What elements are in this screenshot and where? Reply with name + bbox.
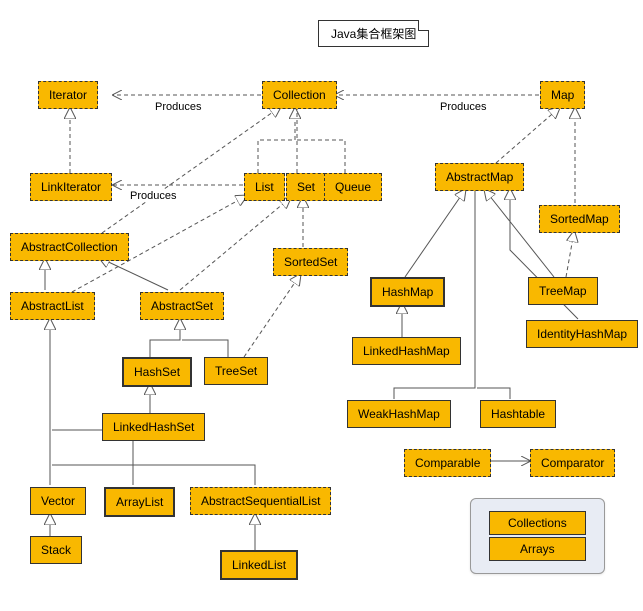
- node-abstractmap: AbstractMap: [435, 163, 524, 191]
- node-hashtable: Hashtable: [480, 400, 556, 428]
- node-iterator: Iterator: [38, 81, 98, 109]
- node-treemap: TreeMap: [528, 277, 598, 305]
- diagram-title: Java集合框架图: [318, 20, 429, 47]
- label: IdentityHashMap: [537, 327, 627, 341]
- label: LinkedHashSet: [113, 420, 194, 434]
- label: AbstractCollection: [21, 240, 118, 254]
- label: Set: [297, 180, 315, 194]
- node-hashmap: HashMap: [370, 277, 445, 307]
- label: LinkedHashMap: [363, 344, 450, 358]
- label-produces-3: Produces: [130, 190, 176, 202]
- legend-arrays: Arrays: [489, 537, 586, 561]
- node-linkedlist: LinkedList: [220, 550, 298, 580]
- label: Arrays: [520, 542, 555, 556]
- node-stack: Stack: [30, 536, 82, 564]
- node-linkedhashmap: LinkedHashMap: [352, 337, 461, 365]
- label: LinkIterator: [41, 180, 101, 194]
- node-sortedset: SortedSet: [273, 248, 348, 276]
- label: Hashtable: [491, 407, 545, 421]
- label: Stack: [41, 543, 71, 557]
- node-abstractlist: AbstractList: [10, 292, 95, 320]
- node-queue: Queue: [324, 173, 382, 201]
- label: TreeMap: [539, 284, 587, 298]
- label: AbstractList: [21, 299, 84, 313]
- node-vector: Vector: [30, 487, 86, 515]
- node-weakhashmap: WeakHashMap: [347, 400, 451, 428]
- label: AbstractMap: [446, 170, 513, 184]
- diagram-title-text: Java集合框架图: [331, 27, 416, 41]
- label: LinkedList: [232, 558, 286, 572]
- label: Comparator: [541, 456, 604, 470]
- label: Collections: [508, 516, 567, 530]
- node-treeset: TreeSet: [204, 357, 268, 385]
- label: SortedSet: [284, 255, 337, 269]
- label: AbstractSet: [151, 299, 213, 313]
- label: HashSet: [134, 365, 180, 379]
- label: WeakHashMap: [358, 407, 440, 421]
- node-arraylist: ArrayList: [104, 487, 175, 517]
- label: TreeSet: [215, 364, 257, 378]
- label: List: [255, 180, 274, 194]
- label: Queue: [335, 180, 371, 194]
- node-abstractset: AbstractSet: [140, 292, 224, 320]
- node-abstractsequentiallist: AbstractSequentialList: [190, 487, 331, 515]
- node-linkedhashset: LinkedHashSet: [102, 413, 205, 441]
- node-set: Set: [286, 173, 326, 201]
- label-produces-1: Produces: [155, 101, 201, 113]
- node-hashset: HashSet: [122, 357, 192, 387]
- node-list: List: [244, 173, 285, 201]
- label: Collection: [273, 88, 326, 102]
- legend-panel: Collections Arrays: [470, 498, 605, 574]
- label: SortedMap: [550, 212, 609, 226]
- node-collection: Collection: [262, 81, 337, 109]
- node-sortedmap: SortedMap: [539, 205, 620, 233]
- label: ArrayList: [116, 495, 163, 509]
- legend-collections: Collections: [489, 511, 586, 535]
- node-identityhashmap: IdentityHashMap: [526, 320, 638, 348]
- label: Map: [551, 88, 574, 102]
- node-linkiterator: LinkIterator: [30, 173, 112, 201]
- node-comparator: Comparator: [530, 449, 615, 477]
- node-abstractcollection: AbstractCollection: [10, 233, 129, 261]
- node-comparable: Comparable: [404, 449, 491, 477]
- node-map: Map: [540, 81, 585, 109]
- label: Comparable: [415, 456, 480, 470]
- label-produces-2: Produces: [440, 101, 486, 113]
- label: Vector: [41, 494, 75, 508]
- label: Iterator: [49, 88, 87, 102]
- label: AbstractSequentialList: [201, 494, 320, 508]
- label: HashMap: [382, 285, 433, 299]
